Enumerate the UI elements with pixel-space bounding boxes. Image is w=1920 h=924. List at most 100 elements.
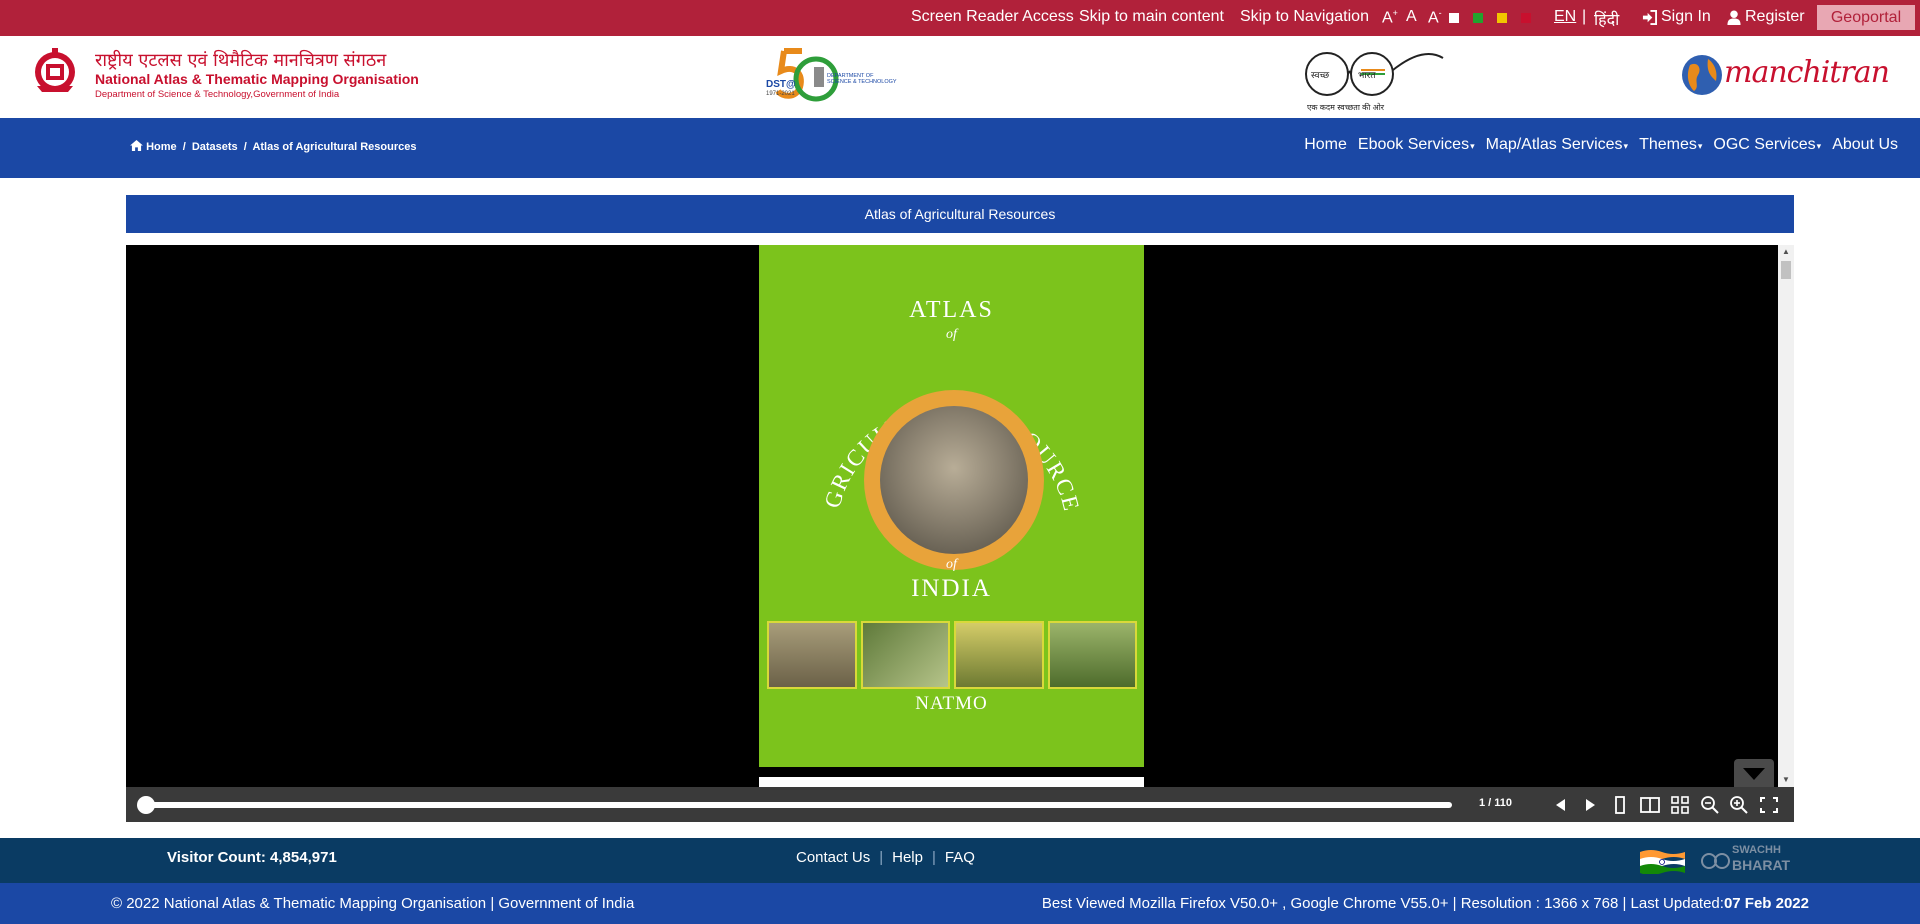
swachh-text: स्वच्छ xyxy=(1311,70,1330,80)
breadcrumb-datasets[interactable]: Datasets xyxy=(192,141,238,153)
theme-green-button[interactable] xyxy=(1473,13,1483,23)
theme-yellow-button[interactable] xyxy=(1497,13,1507,23)
natmo-emblem-icon[interactable] xyxy=(32,46,78,94)
nav-about-us[interactable]: About Us xyxy=(1832,136,1898,154)
ebook-viewer[interactable]: ATLAS of AGRICULTURAL RESOURCES of INDIA… xyxy=(126,245,1794,822)
caret-down-icon: ▾ xyxy=(1816,141,1822,151)
screen-reader-access-link[interactable]: Screen Reader Access xyxy=(911,8,1074,26)
nav-ebook-services[interactable]: Ebook Services▾ xyxy=(1358,136,1475,154)
org-name-english: National Atlas & Thematic Mapping Organi… xyxy=(95,71,419,87)
browser-info: Best Viewed Mozilla Firefox V50.0+ , Goo… xyxy=(1042,895,1809,912)
contact-us-link[interactable]: Contact Us xyxy=(796,849,870,866)
language-separator: | xyxy=(1582,8,1587,25)
font-normal-button[interactable]: A xyxy=(1406,8,1417,26)
theme-red-button[interactable] xyxy=(1521,13,1531,23)
last-updated-date: 07 Feb 2022 xyxy=(1723,895,1809,912)
scrollbar-thumb[interactable] xyxy=(1781,261,1791,279)
dst-50-logo: DST@ 1971-2021 DEPARTMENT OF SCIENCE & T… xyxy=(764,45,897,111)
book-cover-page[interactable]: ATLAS of AGRICULTURAL RESOURCES of INDIA… xyxy=(759,245,1144,767)
double-page-view-icon[interactable] xyxy=(1639,795,1661,815)
sign-in-icon xyxy=(1642,10,1657,25)
nav-ogc-services[interactable]: OGC Services▾ xyxy=(1713,136,1821,154)
bharat-footer-text: BHARAT xyxy=(1732,857,1791,873)
copyright-text: © 2022 National Atlas & Thematic Mapping… xyxy=(111,895,635,912)
toggle-toolbar-button[interactable] xyxy=(1734,759,1774,787)
swachh-footer-text: SWACHH xyxy=(1732,844,1781,856)
cover-photo-strip xyxy=(767,621,1137,689)
nav-ogc-services-label: OGC Services xyxy=(1713,136,1816,153)
font-increase-button[interactable]: A+ xyxy=(1382,8,1398,27)
bharat-text: भारत xyxy=(1358,70,1376,80)
nav-themes[interactable]: Themes▾ xyxy=(1639,136,1702,154)
language-hindi-link[interactable]: हिंदी xyxy=(1594,8,1619,30)
caret-down-icon: ▾ xyxy=(1623,141,1629,151)
swachh-bharat-glasses-icon xyxy=(1701,853,1730,869)
single-page-view-icon[interactable] xyxy=(1609,795,1631,815)
thumbnails-view-icon[interactable] xyxy=(1669,795,1691,815)
breadcrumb-home[interactable]: Home xyxy=(146,141,177,153)
next-page-icon[interactable] xyxy=(1579,795,1601,815)
nav-map-atlas-services[interactable]: Map/Atlas Services▾ xyxy=(1486,136,1628,154)
skip-to-main-content-link[interactable]: Skip to main content xyxy=(1079,8,1224,26)
manchitran-logo[interactable]: manchitran xyxy=(1680,51,1890,101)
dst-logo-text: DST@ xyxy=(766,79,796,90)
theme-white-button[interactable] xyxy=(1449,13,1459,23)
breadcrumb-current: Atlas of Agricultural Resources xyxy=(252,141,417,153)
dst-dept-line2: SCIENCE & TECHNOLOGY xyxy=(827,79,897,85)
viewer-scrollbar[interactable]: ▲ ▼ xyxy=(1778,245,1794,787)
sign-in-link[interactable]: Sign In xyxy=(1661,8,1711,26)
page-slider-handle[interactable] xyxy=(137,796,155,814)
page-indicator: 1 / 110 xyxy=(1479,797,1513,809)
next-page-edge xyxy=(759,777,1144,787)
zoom-in-icon[interactable] xyxy=(1728,795,1750,815)
cover-of-text-2: of xyxy=(946,557,957,572)
scroll-up-icon[interactable]: ▲ xyxy=(1782,247,1790,256)
font-increase-label: A xyxy=(1382,9,1393,27)
font-decrease-label: A xyxy=(1428,9,1439,27)
register-link[interactable]: Register xyxy=(1745,8,1805,26)
dst-logo-years: 1971-2021 xyxy=(766,91,795,97)
font-decrease-sup: - xyxy=(1438,8,1442,18)
visitor-count: Visitor Count: 4,854,971 xyxy=(167,849,337,866)
cover-photo-2 xyxy=(860,621,950,689)
caret-down-icon: ▾ xyxy=(1697,141,1703,151)
footer-copyright-bar: © 2022 National Atlas & Thematic Mapping… xyxy=(0,883,1920,924)
breadcrumb: Home / Datasets / Atlas of Agricultural … xyxy=(130,140,419,153)
page-title: Atlas of Agricultural Resources xyxy=(126,195,1794,233)
faq-link[interactable]: FAQ xyxy=(945,849,975,866)
main-navigation: Home / Datasets / Atlas of Agricultural … xyxy=(0,118,1920,178)
india-flag-icon xyxy=(1640,850,1685,874)
fullscreen-icon[interactable] xyxy=(1758,795,1780,815)
language-en-link[interactable]: EN xyxy=(1554,8,1576,26)
user-icon xyxy=(1727,10,1741,25)
viewer-control-bar: 1 / 110 xyxy=(126,787,1794,822)
cover-india-text: INDIA xyxy=(911,575,992,602)
nav-home[interactable]: Home xyxy=(1304,136,1347,154)
site-header: राष्ट्रीय एटलस एवं थिमैटिक मानचित्रण संग… xyxy=(0,36,1920,118)
page-slider-track[interactable] xyxy=(146,802,1452,808)
org-department: Department of Science & Technology,Gover… xyxy=(95,89,340,100)
zoom-out-icon[interactable] xyxy=(1699,795,1721,815)
geoportal-button[interactable]: Geoportal xyxy=(1817,5,1915,30)
help-link[interactable]: Help xyxy=(892,849,923,866)
breadcrumb-separator: / xyxy=(182,141,186,153)
prev-page-icon[interactable] xyxy=(1550,795,1572,815)
footer-separator: | xyxy=(879,849,884,866)
top-utility-bar: Screen Reader Access Skip to main conten… xyxy=(0,0,1920,36)
font-increase-sup: + xyxy=(1392,8,1398,18)
nav-map-atlas-services-label: Map/Atlas Services xyxy=(1485,136,1623,153)
cover-photo-3 xyxy=(954,621,1044,689)
scroll-down-icon[interactable]: ▼ xyxy=(1782,775,1790,784)
nav-about-us-label: About Us xyxy=(1832,136,1898,153)
cover-photo-1 xyxy=(767,621,857,689)
breadcrumb-separator: / xyxy=(243,141,247,153)
nav-menu: Home Ebook Services▾ Map/Atlas Services▾… xyxy=(1304,136,1898,154)
font-decrease-button[interactable]: A- xyxy=(1428,8,1442,27)
swachh-bharat-logo: स्वच्छ भारत एक कदम स्वच्छता की ओर xyxy=(1303,44,1445,114)
footer-separator: | xyxy=(931,849,936,866)
home-icon[interactable] xyxy=(130,140,143,151)
footer-links-bar: Visitor Count: 4,854,971 Contact Us | Help… xyxy=(0,838,1920,883)
manchitran-wordmark: manchitran xyxy=(1724,55,1890,90)
nav-home-label: Home xyxy=(1304,136,1347,153)
skip-to-navigation-link[interactable]: Skip to Navigation xyxy=(1240,8,1369,26)
